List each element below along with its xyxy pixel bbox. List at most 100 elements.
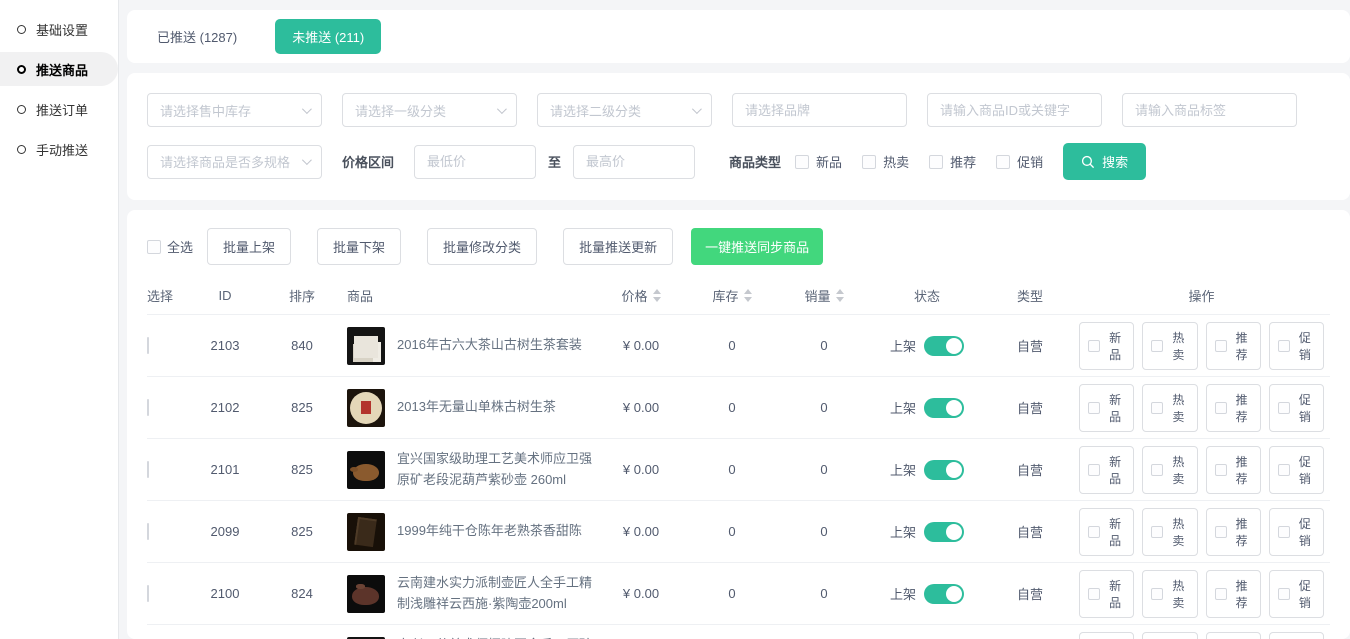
- tag-hot-button[interactable]: 热卖: [1142, 508, 1197, 556]
- sidebar-item-push-orders[interactable]: 推送订单: [0, 92, 118, 126]
- on-shelf-toggle[interactable]: [924, 522, 964, 542]
- keyword-input[interactable]: [927, 93, 1102, 127]
- sort-asc-icon[interactable]: [836, 289, 844, 294]
- type-checkbox-promo[interactable]: 促销: [996, 152, 1043, 171]
- sidebar-item-manual-push[interactable]: 手动推送: [0, 132, 118, 166]
- batch-push-update-button[interactable]: 批量推送更新: [563, 228, 673, 265]
- checkbox-icon: [1278, 526, 1290, 538]
- batch-on-shelf-button[interactable]: 批量上架: [207, 228, 291, 265]
- table-row: 2100 824 云南建水实力派制壶匠人全手工精制浅雕祥云西施·紫陶壶200ml…: [147, 563, 1330, 625]
- price-sort-control[interactable]: [653, 289, 661, 302]
- tab-pushed[interactable]: 已推送 (1287): [157, 27, 237, 46]
- tag-new-button[interactable]: 新品: [1079, 322, 1134, 370]
- tag-recommend-button[interactable]: 推荐: [1206, 570, 1261, 618]
- row-sales: 0: [781, 524, 873, 539]
- sort-asc-icon[interactable]: [744, 289, 752, 294]
- product-title[interactable]: 宜兴国家级助理工艺美术师应卫强原矿老段泥葫芦紫砂壶 260ml: [397, 449, 593, 489]
- stock-sort-control[interactable]: [744, 289, 752, 302]
- on-shelf-toggle[interactable]: [924, 460, 964, 480]
- tag-input[interactable]: [1122, 93, 1297, 127]
- category1-select[interactable]: 请选择一级分类: [342, 93, 517, 127]
- tag-hot-button[interactable]: 热卖: [1142, 446, 1197, 494]
- sidebar-item-basic-settings[interactable]: 基础设置: [0, 12, 118, 46]
- row-stock: 0: [689, 338, 781, 353]
- on-shelf-toggle[interactable]: [924, 398, 964, 418]
- product-title[interactable]: 1999年纯干仓陈年老熟茶香甜陈: [397, 521, 582, 541]
- brand-input[interactable]: [732, 93, 907, 127]
- tag-hot-button[interactable]: 热卖: [1142, 570, 1197, 618]
- product-image: [347, 451, 385, 489]
- batch-edit-category-button[interactable]: 批量修改分类: [427, 228, 537, 265]
- tag-recommend-button[interactable]: 推荐: [1206, 322, 1261, 370]
- stock-select[interactable]: 请选择售中库存: [147, 93, 322, 127]
- row-stock: 0: [689, 524, 781, 539]
- sort-desc-icon[interactable]: [744, 297, 752, 302]
- row-stock: 0: [689, 586, 781, 601]
- product-title[interactable]: 2013年无量山单株古树生茶: [397, 397, 556, 417]
- tag-new-button[interactable]: 新品: [1079, 446, 1134, 494]
- tag-promo-button[interactable]: 促销: [1269, 384, 1324, 432]
- tag-promo-button[interactable]: 促销: [1269, 446, 1324, 494]
- type-checkbox-new[interactable]: 新品: [795, 152, 842, 171]
- tag-new-button[interactable]: 新品: [1079, 570, 1134, 618]
- search-button[interactable]: 搜索: [1063, 143, 1146, 180]
- tag-new-button[interactable]: 新品: [1079, 508, 1134, 556]
- checkbox-icon: [1088, 588, 1100, 600]
- filter-row-1: 请选择售中库存 请选择一级分类 请选择二级分类: [147, 93, 1330, 127]
- tag-promo-button[interactable]: 促销: [1269, 508, 1324, 556]
- app: 基础设置 推送商品 推送订单 手动推送 已推送 (1287) 未推送 (211)…: [0, 0, 1350, 639]
- product-title[interactable]: 宜兴工艺美术师恽建军全手工原矿底: [397, 635, 593, 639]
- product-image: [347, 513, 385, 551]
- row-checkbox[interactable]: [147, 399, 149, 416]
- one-click-sync-push-button[interactable]: 一键推送同步商品: [691, 228, 823, 265]
- tag-recommend-button[interactable]: 推荐: [1206, 632, 1261, 639]
- checkbox-icon: [1151, 340, 1163, 352]
- select-all-checkbox[interactable]: 全选: [147, 237, 193, 256]
- sort-desc-icon[interactable]: [653, 297, 661, 302]
- max-price-input[interactable]: [573, 145, 695, 179]
- tag-recommend-button[interactable]: 推荐: [1206, 446, 1261, 494]
- checkbox-icon: [1088, 464, 1100, 476]
- header-actions: 操作: [1079, 286, 1330, 305]
- multi-spec-select[interactable]: 请选择商品是否多规格: [147, 145, 322, 179]
- tag-promo-button[interactable]: 促销: [1269, 570, 1324, 618]
- row-checkbox[interactable]: [147, 461, 149, 478]
- row-checkbox[interactable]: [147, 585, 149, 602]
- tag-promo-button[interactable]: 促销: [1269, 322, 1324, 370]
- category2-select[interactable]: 请选择二级分类: [537, 93, 712, 127]
- on-shelf-toggle[interactable]: [924, 336, 964, 356]
- product-table-panel: 全选 批量上架 批量下架 批量修改分类 批量推送更新 一键推送同步商品 选择 I…: [127, 210, 1350, 639]
- sort-asc-icon[interactable]: [653, 289, 661, 294]
- tag-promo-button[interactable]: 促销: [1269, 632, 1324, 639]
- batch-off-shelf-button[interactable]: 批量下架: [317, 228, 401, 265]
- type-checkbox-recommend[interactable]: 推荐: [929, 152, 976, 171]
- row-type: 自营: [987, 522, 1079, 541]
- tag-recommend-button[interactable]: 推荐: [1206, 508, 1261, 556]
- tab-unpushed[interactable]: 未推送 (211): [275, 19, 381, 54]
- status-label: 上架: [890, 398, 916, 417]
- product-title[interactable]: 2016年古六大茶山古树生茶套装: [397, 335, 582, 355]
- checkbox-icon: [1278, 464, 1290, 476]
- tag-hot-button[interactable]: 热卖: [1142, 322, 1197, 370]
- product-title[interactable]: 云南建水实力派制壶匠人全手工精制浅雕祥云西施·紫陶壶200ml: [397, 573, 593, 613]
- tag-hot-button[interactable]: 热卖: [1142, 632, 1197, 639]
- row-checkbox[interactable]: [147, 523, 149, 540]
- sidebar-item-label: 基础设置: [36, 20, 88, 39]
- on-shelf-toggle[interactable]: [924, 584, 964, 604]
- sales-sort-control[interactable]: [836, 289, 844, 302]
- sidebar-item-push-products[interactable]: 推送商品: [0, 52, 118, 86]
- table-row: 2103 840 2016年古六大茶山古树生茶套装 ¥ 0.00 0 0 上架 …: [147, 315, 1330, 377]
- min-price-input[interactable]: [414, 145, 536, 179]
- sort-desc-icon[interactable]: [836, 297, 844, 302]
- tag-hot-button[interactable]: 热卖: [1142, 384, 1197, 432]
- main-content: 已推送 (1287) 未推送 (211) 请选择售中库存 请选择一级分类 请选择…: [119, 0, 1350, 639]
- type-checkbox-hot[interactable]: 热卖: [862, 152, 909, 171]
- row-checkbox[interactable]: [147, 337, 149, 354]
- checkbox-icon: [1278, 340, 1290, 352]
- tag-recommend-button[interactable]: 推荐: [1206, 384, 1261, 432]
- tag-new-button[interactable]: 新品: [1079, 632, 1134, 639]
- header-status: 状态: [873, 286, 987, 305]
- filter-panel: 请选择售中库存 请选择一级分类 请选择二级分类 请选择商品是否多规格: [127, 73, 1350, 200]
- table-row: 宜兴工艺美术师恽建军全手工原矿底 新品 热卖 推荐 促销: [147, 625, 1330, 639]
- tag-new-button[interactable]: 新品: [1079, 384, 1134, 432]
